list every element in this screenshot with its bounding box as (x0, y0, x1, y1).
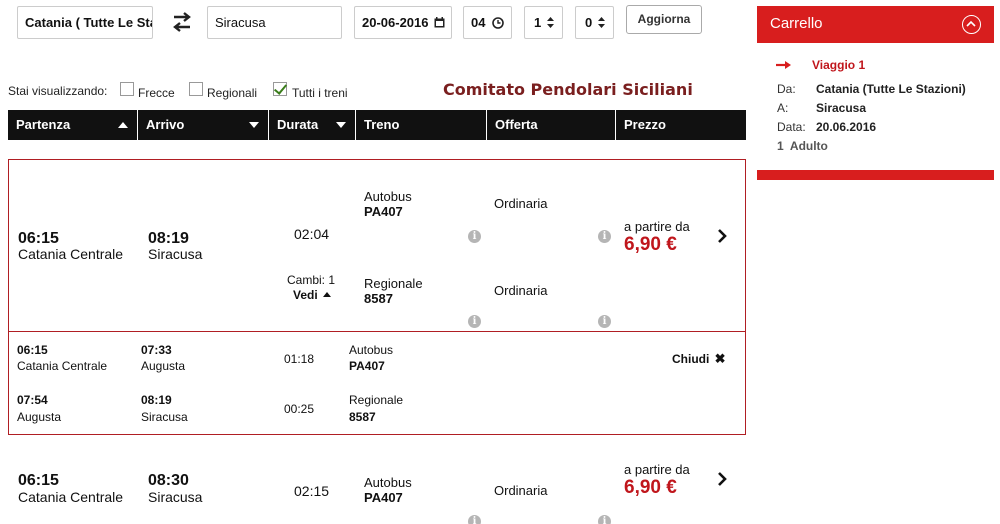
info-icon[interactable]: i (468, 315, 481, 328)
hour-value: 04 (471, 15, 486, 30)
leg-arrival-time: 07:33 (141, 343, 172, 357)
leg-duration: 01:18 (284, 352, 315, 366)
column-partenza[interactable]: Partenza (8, 110, 138, 140)
cart-header[interactable]: Carrello (757, 6, 994, 43)
result-card[interactable]: 06:15 Catania Centrale 08:19 Siracusa 02… (8, 159, 746, 333)
leg-duration: 00:25 (284, 402, 315, 416)
chevron-right-icon[interactable] (717, 472, 727, 486)
date-input[interactable]: 20-06-2016 (354, 6, 452, 39)
column-durata[interactable]: Durata (269, 110, 356, 140)
cart-to-value: Siracusa (816, 101, 867, 115)
caret-up-icon (323, 292, 332, 297)
leg-train-code: 8587 (349, 410, 376, 424)
info-icon[interactable]: i (598, 315, 611, 328)
info-icon[interactable]: i (468, 515, 481, 524)
frecce-label: Frecce (138, 86, 175, 100)
offer-name: Ordinaria (494, 283, 548, 298)
sort-desc-icon (249, 122, 259, 128)
close-icon: ✖ (714, 351, 726, 366)
arrival-station: Siracusa (148, 246, 203, 262)
chevron-right-icon[interactable] (717, 229, 727, 243)
train-code: PA407 (364, 490, 403, 505)
date-value: 20-06-2016 (362, 15, 429, 30)
cart-passengers: 1 Adulto (777, 139, 828, 153)
cart-date-value: 20.06.2016 (816, 120, 877, 134)
result-card[interactable]: 06:15 Catania Centrale 08:30 Siracusa 02… (8, 458, 746, 524)
clock-icon (492, 17, 504, 29)
to-station-input[interactable]: Siracusa (207, 6, 342, 39)
from-station-input[interactable]: Catania ( Tutte Le Sta (17, 6, 153, 39)
info-icon[interactable]: i (468, 230, 481, 243)
cart-date-label: Data: (777, 120, 806, 134)
tutti-treni-label: Tutti i treni (292, 86, 348, 100)
cart-title: Carrello (770, 15, 823, 32)
filter-label: Stai visualizzando: (8, 84, 108, 98)
arrival-station: Siracusa (148, 489, 203, 505)
leg-train-type: Autobus (349, 343, 394, 357)
changes-count: Cambi: 1 (287, 273, 336, 287)
see-details-toggle[interactable]: Vedi (293, 288, 332, 302)
hour-select[interactable]: 04 (463, 6, 512, 39)
departure-station: Catania Centrale (18, 489, 124, 505)
leg-arrival-station: Siracusa (141, 410, 188, 424)
brand-title: Comitato Pendolari Siciliani (443, 80, 693, 99)
leg-departure-time: 07:54 (17, 393, 48, 407)
price-value: 6,90 € (624, 234, 677, 255)
leg-departure-station: Augusta (17, 410, 62, 424)
leg-train-type: Regionale (349, 393, 404, 407)
duration: 02:15 (294, 483, 330, 499)
train-code: PA407 (364, 204, 403, 219)
cart-trip-title: Viaggio 1 (812, 58, 866, 72)
column-offerta: Offerta (487, 110, 616, 140)
info-icon[interactable]: i (598, 230, 611, 243)
offer-name: Ordinaria (494, 483, 548, 498)
adults-select[interactable]: 1 (524, 6, 563, 39)
arrival-time: 08:30 (148, 472, 189, 489)
leg-arrival-time: 08:19 (141, 393, 172, 407)
updown-caret-icon (598, 17, 605, 28)
frecce-checkbox[interactable] (120, 82, 134, 96)
price-from-label: a partire da (624, 219, 690, 234)
adults-value: 1 (534, 15, 542, 30)
cart-to-label: A: (777, 101, 789, 115)
leg-departure-time: 06:15 (17, 343, 48, 357)
tutti-treni-checkbox[interactable] (273, 82, 287, 96)
leg-arrival-station: Augusta (141, 359, 186, 373)
regionali-checkbox[interactable] (189, 82, 203, 96)
train-code: 8587 (364, 291, 393, 306)
sort-asc-icon (118, 122, 128, 128)
arrow-right-icon (776, 61, 791, 69)
train-type: Autobus (364, 189, 412, 204)
leg-train-code: PA407 (349, 359, 385, 373)
info-icon[interactable]: i (598, 515, 611, 524)
update-button[interactable]: Aggiorna (626, 5, 702, 34)
column-treno: Treno (356, 110, 487, 140)
cart-footer-bar (757, 170, 994, 180)
price-value: 6,90 € (624, 477, 677, 498)
children-value: 0 (585, 15, 593, 30)
close-details-button[interactable]: Chiudi ✖ (672, 351, 726, 367)
collapse-icon[interactable] (962, 15, 981, 34)
duration: 02:04 (294, 226, 330, 242)
calendar-icon (434, 17, 445, 28)
sort-desc-icon (336, 122, 346, 128)
price-from-label: a partire da (624, 462, 690, 477)
column-prezzo: Prezzo (624, 117, 666, 132)
result-details-panel: 06:15 Catania Centrale 07:33 Augusta 01:… (8, 331, 746, 435)
offer-name: Ordinaria (494, 196, 548, 211)
children-select[interactable]: 0 (575, 6, 614, 39)
updown-caret-icon (547, 17, 554, 28)
cart-from-label: Da: (777, 82, 796, 96)
train-type: Regionale (364, 276, 423, 291)
results-table-header: Partenza Arrivo Durata Treno Offerta Pre… (8, 110, 746, 140)
departure-station: Catania Centrale (18, 246, 124, 262)
train-type: Autobus (364, 475, 412, 490)
cart-from-value: Catania (Tutte Le Stazioni) (816, 82, 966, 96)
leg-departure-station: Catania Centrale (17, 359, 108, 373)
swap-stations-icon[interactable] (170, 11, 194, 33)
departure-time: 06:15 (18, 472, 59, 489)
regionali-label: Regionali (207, 86, 258, 100)
column-arrivo[interactable]: Arrivo (138, 110, 269, 140)
